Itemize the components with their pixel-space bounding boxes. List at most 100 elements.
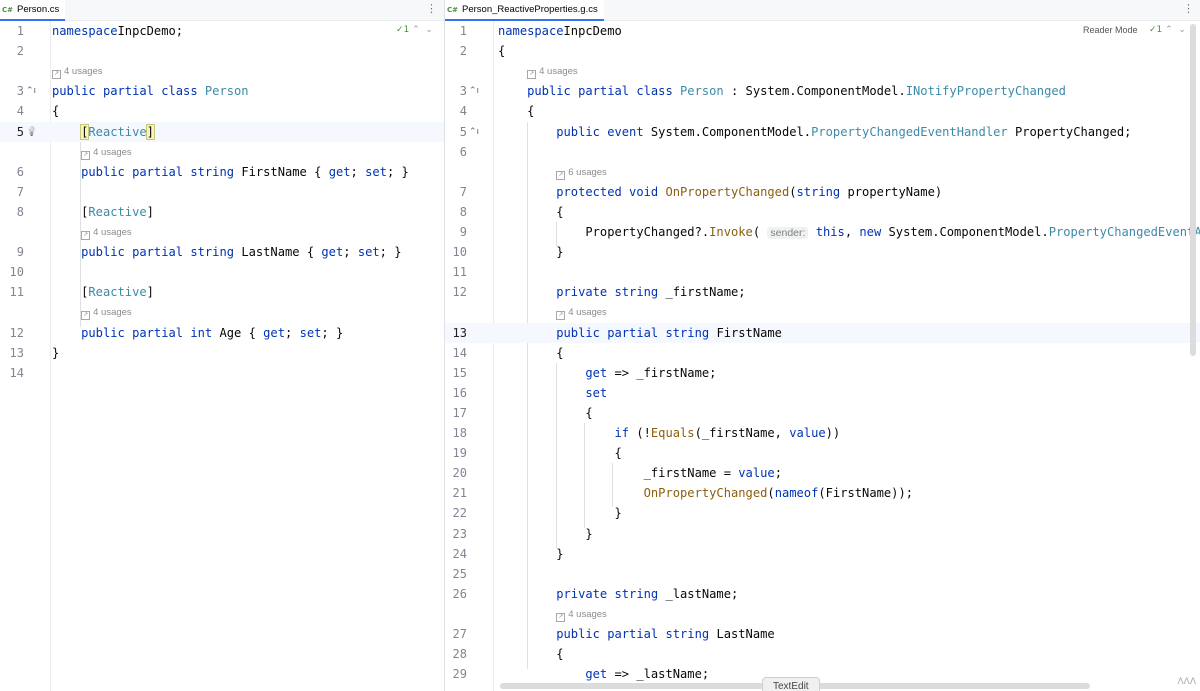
code-token: {: [498, 104, 535, 118]
code-line[interactable]: 1 namespaceInpcDemo;: [0, 21, 444, 41]
code-line[interactable]: 12 public partial int Age { get; set; }: [0, 323, 444, 343]
code-line[interactable]: 13}: [0, 343, 444, 363]
code-line[interactable]: 14: [0, 363, 444, 383]
code-line[interactable]: 16 set: [445, 383, 1200, 403]
usages-text: 4 usages: [568, 307, 607, 318]
code-line[interactable]: 27 public partial string LastName: [445, 624, 1200, 644]
implements-gutter-icon[interactable]: ⌃ı: [469, 122, 479, 142]
nav-arrows-icon[interactable]: ⌃ ⌄: [1165, 25, 1186, 35]
usages-hint[interactable]: ↗ 4 usages: [81, 302, 132, 322]
code-token: ,: [844, 225, 860, 239]
code-token: (: [767, 486, 775, 500]
code-token: set: [585, 386, 608, 400]
reader-mode-button[interactable]: Reader Mode: [1083, 25, 1138, 35]
code-line[interactable]: 14 {: [445, 343, 1200, 363]
code-line[interactable]: 2{: [445, 41, 1200, 61]
tab-person-cs[interactable]: C# Person.cs: [0, 0, 66, 21]
usages-hint[interactable]: ↗ 4 usages: [81, 222, 132, 242]
code-line[interactable]: 28 {: [445, 644, 1200, 664]
usages-hint[interactable]: ↗ 4 usages: [52, 61, 103, 81]
code-token: Reactive: [88, 125, 147, 139]
more-options-icon[interactable]: ⋮: [1183, 2, 1194, 15]
code-editor-left[interactable]: 1 namespaceInpcDemo; 2 ↗ 4 usages 3 ⌃ı public p…: [0, 21, 444, 691]
line-number: 16: [452, 386, 467, 400]
usages-hint[interactable]: ↗ 4 usages: [556, 604, 607, 624]
implements-gutter-icon[interactable]: ⌃ı: [469, 81, 479, 101]
line-number: 27: [452, 627, 467, 641]
code-line[interactable]: 24 }: [445, 544, 1200, 564]
code-line[interactable]: 19 {: [445, 443, 1200, 463]
usages-text: 4 usages: [568, 609, 607, 620]
code-line[interactable]: 11 [Reactive]: [0, 282, 444, 302]
code-line[interactable]: 5 ⌃ı public event System.ComponentModel.P…: [445, 122, 1200, 142]
code-editor-right[interactable]: 1 namespaceInpcDemo 2{↗ 4 usages 3 ⌃ı public …: [445, 21, 1200, 691]
code-line[interactable]: 3 ⌃ı public partial class Person: [0, 81, 444, 101]
code-line[interactable]: 12 private string _firstName;: [445, 282, 1200, 302]
inspection-widget[interactable]: ✓1 ⌃ ⌄: [1149, 25, 1186, 35]
code-line[interactable]: 25: [445, 564, 1200, 584]
code-line[interactable]: 9 PropertyChanged?.Invoke( sender: this,…: [445, 222, 1200, 242]
more-options-icon[interactable]: ⋮: [426, 2, 437, 15]
nav-arrows-icon[interactable]: ⌃ ⌄: [412, 25, 433, 35]
tab-person-reactive-properties[interactable]: C# Person_ReactiveProperties.g.cs: [445, 0, 604, 21]
line-number: 20: [452, 466, 467, 480]
usages-hint[interactable]: ↗ 6 usages: [556, 162, 607, 182]
code-token: Invoke: [709, 225, 753, 239]
usages-hint[interactable]: ↗ 4 usages: [556, 302, 607, 322]
code-line[interactable]: 4 {: [445, 101, 1200, 121]
code-line[interactable]: 8 [Reactive]: [0, 202, 444, 222]
code-line[interactable]: 3 ⌃ı public partial class Person : System…: [445, 81, 1200, 101]
code-line[interactable]: 7 protected void OnPropertyChanged(strin…: [445, 182, 1200, 202]
usages-hint[interactable]: ↗ 4 usages: [81, 142, 132, 162]
code-token: {: [498, 346, 564, 360]
code-line[interactable]: 2: [0, 41, 444, 61]
code-line[interactable]: 15 get => _firstName;: [445, 363, 1200, 383]
text-edit-status: TextEdit: [762, 677, 820, 691]
code-text: public partial string LastName: [498, 624, 774, 644]
code-line[interactable]: 10 }: [445, 242, 1200, 262]
code-token: )): [825, 426, 841, 440]
code-line[interactable]: 21 OnPropertyChanged(nameof(FirstName));: [445, 483, 1200, 503]
code-token: if: [614, 426, 637, 440]
code-token: }: [498, 527, 593, 541]
code-text: private string _lastName;: [498, 584, 738, 604]
vertical-scrollbar[interactable]: [1190, 24, 1196, 356]
code-line[interactable]: 26 private string _lastName;: [445, 584, 1200, 604]
lightbulb-icon[interactable]: 💡: [26, 122, 37, 142]
code-line[interactable]: 4{: [0, 101, 444, 121]
code-token: Age {: [219, 326, 264, 340]
usages-hint[interactable]: ↗ 4 usages: [527, 61, 578, 81]
code-token: ; }: [379, 245, 402, 259]
code-line[interactable]: 20 _firstName = value;: [445, 463, 1200, 483]
code-token: ;: [285, 326, 300, 340]
code-token: ;: [350, 165, 366, 179]
line-number: 29: [452, 667, 467, 681]
code-line[interactable]: 7: [0, 182, 444, 202]
code-line[interactable]: 22 }: [445, 503, 1200, 523]
code-token: public event: [556, 125, 651, 139]
code-line[interactable]: 13 public partial string FirstName: [445, 323, 1200, 343]
code-line[interactable]: 18 if (!Equals(_firstName, value)): [445, 423, 1200, 443]
code-line[interactable]: 8 {: [445, 202, 1200, 222]
ai-assistant-icon[interactable]: ᐱᐱᐱ: [1178, 676, 1196, 687]
inspection-widget[interactable]: ✓1 ⌃ ⌄: [396, 25, 433, 35]
code-line[interactable]: 23 }: [445, 524, 1200, 544]
code-token: Reactive: [88, 205, 147, 219]
code-line[interactable]: 9 public partial string LastName { get; …: [0, 242, 444, 262]
implements-gutter-icon[interactable]: ⌃ı: [26, 81, 36, 101]
code-line[interactable]: 6: [445, 142, 1200, 162]
code-line[interactable]: 10: [0, 262, 444, 282]
code-line[interactable]: 5 💡 [Reactive]: [0, 122, 444, 142]
code-line[interactable]: 6 public partial string FirstName { get;…: [0, 162, 444, 182]
code-line[interactable]: 17 {: [445, 403, 1200, 423]
code-line[interactable]: 29 get => _lastName;: [445, 664, 1200, 684]
code-text: PropertyChanged?.Invoke( sender: this, n…: [498, 222, 1200, 243]
line-number: 11: [452, 265, 467, 279]
code-line[interactable]: 11: [445, 262, 1200, 282]
